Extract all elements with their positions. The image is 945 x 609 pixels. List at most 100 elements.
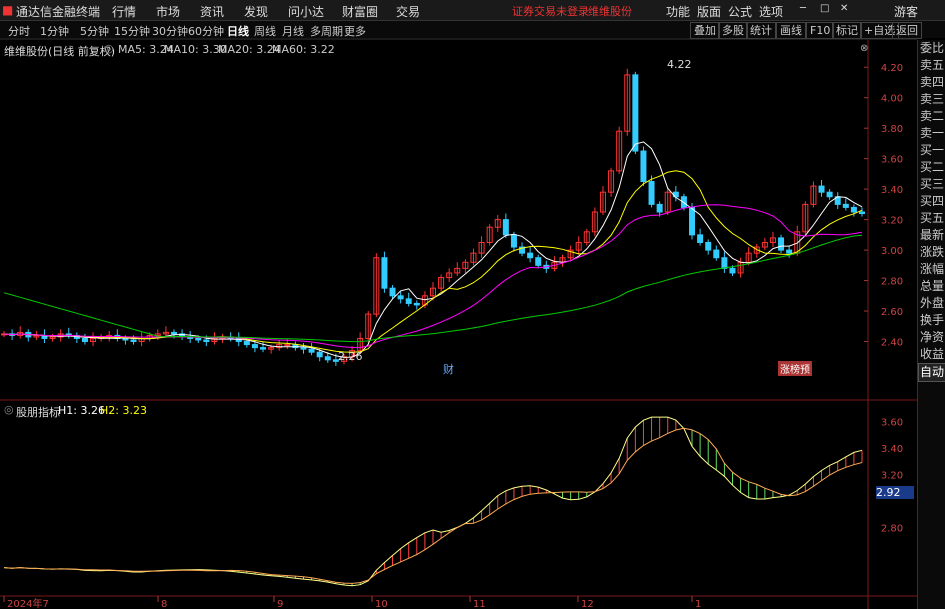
sidebar-eps[interactable]: 收益 xyxy=(918,346,945,363)
candle-body xyxy=(413,302,420,306)
sidebar-sell5[interactable]: 卖五 xyxy=(918,57,945,74)
price-tick-label: 3.20 xyxy=(881,216,903,227)
sidebar-change-pct[interactable]: 涨幅 xyxy=(918,261,945,278)
candle-body xyxy=(842,203,849,208)
sidebar-latest[interactable]: 最新 xyxy=(918,227,945,244)
candle-body xyxy=(324,356,331,361)
sidebar-outer[interactable]: 外盘 xyxy=(918,295,945,312)
candle-body xyxy=(502,219,509,236)
candle-body xyxy=(778,237,785,251)
kline-chart: 4.20 4.00 3.80 3.60 3.40 3.20 3.00 2.80 2.60 2.40… xyxy=(0,38,917,609)
indicator-tick-label: 2.80 xyxy=(881,524,903,535)
sidebar-buy3[interactable]: 买三 xyxy=(918,176,945,193)
candle-body xyxy=(786,249,793,254)
limit-up-marker[interactable]: 涨榜预 xyxy=(778,361,812,376)
candle-body xyxy=(130,339,137,343)
sidebar-sell1[interactable]: 卖一 xyxy=(918,125,945,142)
candle-body xyxy=(632,74,639,152)
finance-marker[interactable]: 财 xyxy=(443,361,454,377)
high-price-label: 4.22 xyxy=(667,58,692,71)
candle-body xyxy=(535,257,542,266)
candle-body xyxy=(697,234,704,243)
sidebar-change[interactable]: 涨跌 xyxy=(918,244,945,261)
candle-body xyxy=(648,181,655,205)
candle-body xyxy=(826,191,833,198)
candle-body xyxy=(203,339,210,343)
date-tick-label: 2024年7 xyxy=(7,597,49,609)
date-tick-label: 11 xyxy=(473,599,486,609)
sidebar-buy4[interactable]: 买四 xyxy=(918,193,945,210)
sidebar-buy2[interactable]: 买二 xyxy=(918,159,945,176)
candle-body xyxy=(405,298,412,304)
date-tick-label: 12 xyxy=(581,599,594,609)
candle-body xyxy=(656,203,663,213)
indicator-tick-label: 3.60 xyxy=(881,417,903,428)
candle-body xyxy=(170,331,177,335)
quote-sidebar: 委比 卖五 卖四 卖三 卖二 卖一 买一 买二 买三 买四 买五 最新 涨跌 涨… xyxy=(917,40,945,609)
price-tick-label: 3.40 xyxy=(881,185,903,196)
ma20-line xyxy=(3,204,863,349)
h2-label: H2: 3.23 xyxy=(100,404,147,417)
date-tick-label: 1 xyxy=(695,599,701,609)
price-tick-label: 2.40 xyxy=(881,338,903,349)
sidebar-nav[interactable]: 净资 xyxy=(918,329,945,346)
low-price-label: 2.26 xyxy=(338,350,363,363)
sidebar-auto[interactable]: 自动 xyxy=(918,363,945,382)
price-tick-label: 3.80 xyxy=(881,124,903,135)
candle-body xyxy=(389,287,396,297)
candle-body xyxy=(308,348,315,353)
candle-body xyxy=(122,337,129,341)
indicator-tick-label: 3.40 xyxy=(881,444,903,455)
sidebar-sell2[interactable]: 卖二 xyxy=(918,108,945,125)
chart-grid xyxy=(0,38,917,609)
candle-body xyxy=(284,344,291,347)
candle-body xyxy=(316,351,323,358)
candle-body xyxy=(243,341,250,346)
candle-body xyxy=(721,257,728,269)
sidebar-sell4[interactable]: 卖四 xyxy=(918,74,945,91)
candle-body xyxy=(850,206,857,213)
candle-body xyxy=(81,337,88,343)
candle-body xyxy=(381,257,388,289)
price-tick-label: 2.80 xyxy=(881,277,903,288)
date-axis-labels: 2024年7 8 9 10 11 12 1 xyxy=(3,596,701,609)
sidebar-sell3[interactable]: 卖三 xyxy=(918,91,945,108)
candle-body xyxy=(510,234,517,248)
candle-body xyxy=(689,206,696,236)
current-value-tag: 2.92 xyxy=(876,486,914,499)
price-tick-label: 4.20 xyxy=(881,63,903,74)
candle-body xyxy=(859,211,865,215)
candle-series xyxy=(1,68,865,366)
price-tick-label: 4.00 xyxy=(881,94,903,105)
date-tick-label: 10 xyxy=(375,599,388,609)
candle-body xyxy=(251,344,258,349)
sidebar-buy1[interactable]: 买一 xyxy=(918,142,945,159)
candle-body xyxy=(705,241,712,251)
indicator-series xyxy=(68,417,863,586)
price-axis-labels: 4.20 4.00 3.80 3.60 3.40 3.20 3.00 2.80 2.60 2.40… xyxy=(864,63,903,535)
candle-body xyxy=(260,347,267,350)
candle-body xyxy=(713,249,720,259)
sidebar-buy5[interactable]: 买五 xyxy=(918,210,945,227)
candle-body xyxy=(640,150,647,183)
price-tick-label: 3.00 xyxy=(881,246,903,257)
candle-body xyxy=(300,347,307,350)
candle-body xyxy=(397,295,404,300)
sidebar-turnover[interactable]: 换手 xyxy=(918,312,945,329)
sidebar-volume[interactable]: 总量 xyxy=(918,278,945,295)
h2-line xyxy=(3,427,863,584)
indicator-name: 股朋指标 xyxy=(16,406,60,419)
sidebar-weibi[interactable]: 委比 xyxy=(918,40,945,57)
candle-body xyxy=(527,252,534,259)
price-tick-label: 3.60 xyxy=(881,155,903,166)
date-tick-label: 8 xyxy=(161,599,167,609)
h1-label: H1: 3.26 xyxy=(58,404,105,417)
date-tick-label: 9 xyxy=(277,599,283,609)
h1-line xyxy=(3,416,863,587)
candle-body xyxy=(729,267,736,274)
candle-body xyxy=(195,337,202,341)
price-tick-label: 2.60 xyxy=(881,307,903,318)
candle-body xyxy=(818,185,825,193)
indicator-settings-icon[interactable]: ◎ xyxy=(4,403,14,416)
indicator-tick-label: 3.20 xyxy=(881,470,903,481)
